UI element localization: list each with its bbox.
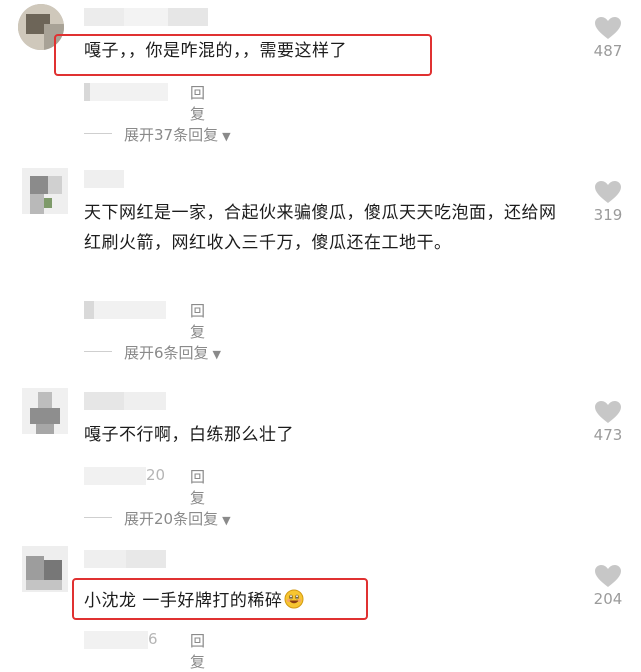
divider-dash (84, 517, 112, 518)
comment-date (84, 631, 148, 649)
reply-button[interactable]: 回复 (190, 466, 205, 508)
avatar[interactable] (22, 388, 68, 434)
like-count: 473 (593, 426, 623, 444)
comment-date-fragment: 20 (146, 466, 166, 484)
comment-item: 嘎子不行啊，白练那么壮了 20 回复 展开20条回复 ▼ 473 (0, 380, 641, 540)
comment-date (84, 467, 146, 485)
comment-item: 嘎子，，你是咋混的，，需要这样了 回复 展开37条回复 ▼ 487 (0, 0, 641, 160)
heart-icon (595, 181, 621, 203)
expand-replies-label: 展开6条回复 (124, 344, 209, 362)
username[interactable] (84, 8, 208, 26)
comment-date-fragment: 6 (148, 630, 158, 648)
avatar[interactable] (22, 546, 68, 592)
divider-dash (84, 351, 112, 352)
highlight-box (54, 34, 432, 76)
caret-down-icon: ▼ (222, 514, 231, 527)
like-button[interactable]: 487 (590, 16, 626, 60)
username[interactable] (84, 550, 166, 568)
expand-replies[interactable]: 展开6条回复 ▼ (84, 342, 221, 364)
divider-dash (84, 133, 112, 134)
avatar[interactable] (22, 168, 68, 214)
heart-icon (595, 401, 621, 423)
like-button[interactable]: 204 (590, 564, 626, 608)
username[interactable] (84, 392, 166, 410)
username[interactable] (84, 170, 124, 188)
highlight-box (72, 578, 368, 620)
caret-down-icon: ▼ (222, 130, 231, 143)
expand-replies-label: 展开37条回复 (124, 126, 219, 144)
like-button[interactable]: 319 (590, 180, 626, 224)
comment-text: 天下网红是一家，合起伙来骗傻瓜，傻瓜天天吃泡面，还给网红刷火箭，网红收入三千万，… (84, 203, 557, 253)
comment-item: 小沈龙 一手好牌打的稀碎 6 回复 204 (0, 542, 641, 671)
heart-icon (595, 565, 621, 587)
comment-date (84, 83, 168, 101)
like-count: 319 (593, 206, 623, 224)
reply-button[interactable]: 回复 (190, 300, 205, 342)
expand-replies[interactable]: 展开37条回复 ▼ (84, 124, 231, 146)
reply-button[interactable]: 回复 (190, 630, 205, 672)
like-count: 487 (593, 42, 623, 60)
reply-button[interactable]: 回复 (190, 82, 205, 124)
comment-item: 天下网红是一家，合起伙来骗傻瓜，傻瓜天天吃泡面，还给网红刷火箭，网红收入三千万，… (0, 160, 641, 378)
expand-replies[interactable]: 展开20条回复 ▼ (84, 508, 231, 530)
comment-text: 嘎子不行啊，白练那么壮了 (84, 425, 294, 445)
expand-replies-label: 展开20条回复 (124, 510, 219, 528)
caret-down-icon: ▼ (212, 348, 222, 361)
comment-date (84, 301, 166, 319)
heart-icon (595, 17, 621, 39)
like-count: 204 (593, 590, 623, 608)
like-button[interactable]: 473 (590, 400, 626, 444)
